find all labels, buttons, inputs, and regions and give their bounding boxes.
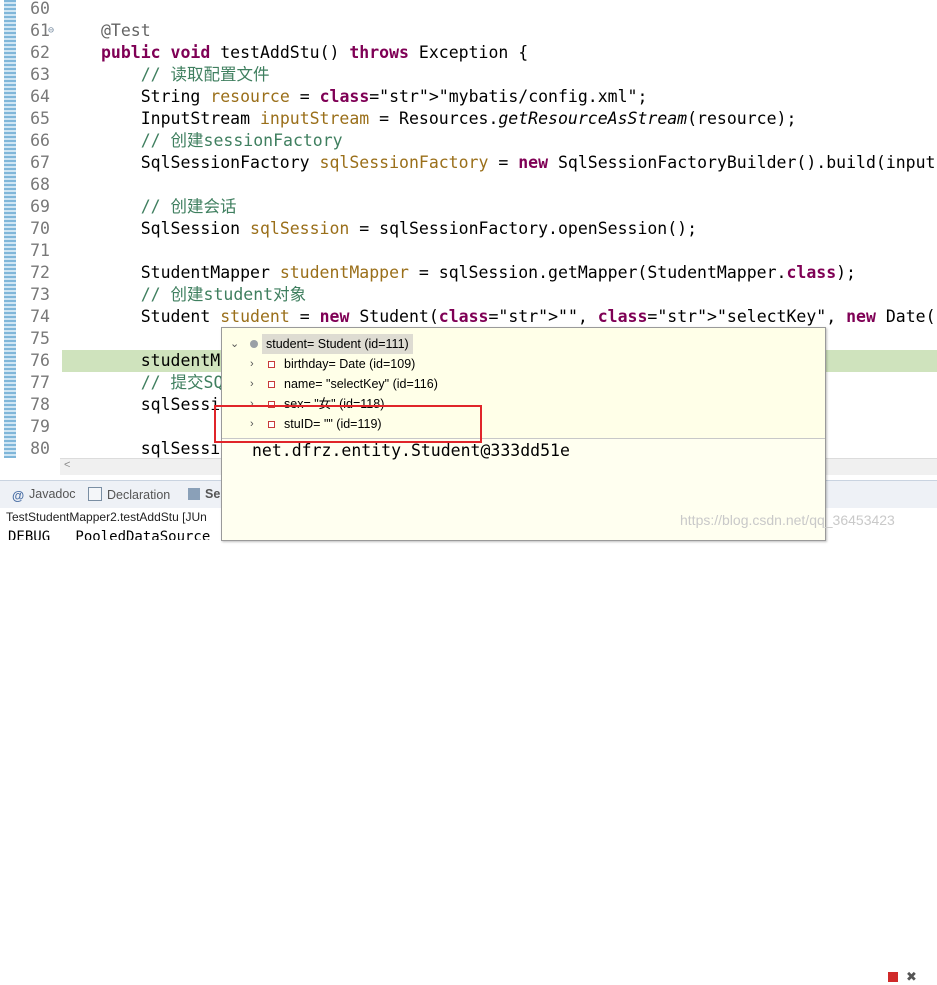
code-text: sqlSessi: [101, 439, 221, 458]
code-line[interactable]: 68: [0, 174, 937, 196]
code-text: SqlSession sqlSession = sqlSessionFactor…: [101, 219, 698, 238]
code-line[interactable]: 62 public void testAddStu() throws Except…: [0, 42, 937, 64]
line-number: 66: [30, 131, 50, 150]
code-line[interactable]: 65 InputStream inputStream = Resources.g…: [0, 108, 937, 130]
line-number: 74: [30, 307, 50, 326]
code-line[interactable]: 66 // 创建sessionFactory: [0, 130, 937, 152]
field-icon: [268, 361, 275, 368]
code-text: // 提交SQ: [101, 373, 224, 392]
line-number: 64: [30, 87, 50, 106]
line-number: 80: [30, 439, 50, 458]
tree-node-name[interactable]: › name= "selectKey" (id=116): [222, 374, 825, 394]
code-text: SqlSessionFactory sqlSessionFactory = ne…: [101, 153, 936, 172]
code-line[interactable]: 69 // 创建会话: [0, 196, 937, 218]
watermark: https://blog.csdn.net/qq_36453423: [680, 512, 895, 528]
line-number: 61: [30, 21, 50, 40]
remove-launch-icon[interactable]: ✖: [906, 969, 917, 984]
code-line[interactable]: 63 // 读取配置文件: [0, 64, 937, 86]
code-line[interactable]: 67 SqlSessionFactory sqlSessionFactory =…: [0, 152, 937, 174]
tab-declaration[interactable]: Declaration: [88, 487, 170, 502]
tab-javadoc[interactable]: @ Javadoc: [12, 487, 76, 503]
code-text: sqlSessi: [101, 395, 221, 414]
code-text: InputStream inputStream = Resources.getR…: [101, 109, 797, 128]
line-number: 67: [30, 153, 50, 172]
object-icon: [250, 340, 258, 348]
line-number: 68: [30, 175, 50, 194]
terminate-icon[interactable]: [888, 972, 898, 982]
field-icon: [268, 381, 275, 388]
code-text: // 创建sessionFactory: [101, 131, 343, 150]
line-number: 70: [30, 219, 50, 238]
code-text: // 创建student对象: [101, 285, 307, 304]
line-number: 76: [30, 351, 50, 370]
line-number: 78: [30, 395, 50, 414]
code-line[interactable]: 73 // 创建student对象: [0, 284, 937, 306]
code-text: Student student = new Student(class="str…: [101, 307, 937, 326]
code-text: @Test: [101, 21, 151, 40]
line-number: 72: [30, 263, 50, 282]
line-number: 60: [30, 0, 50, 18]
code-text: String resource = class="str">"mybatis/c…: [101, 87, 648, 106]
code-line[interactable]: 72 StudentMapper studentMapper = sqlSess…: [0, 262, 937, 284]
line-number: 65: [30, 109, 50, 128]
line-number: 69: [30, 197, 50, 216]
code-text: // 创建会话: [101, 197, 237, 216]
code-text: studentM: [101, 351, 221, 370]
line-number: 73: [30, 285, 50, 304]
at-icon: @: [12, 489, 25, 503]
servers-icon: [188, 488, 200, 500]
code-text: public void testAddStu() throws Exceptio…: [101, 43, 529, 62]
line-number: 71: [30, 241, 50, 260]
line-number: 75: [30, 329, 50, 348]
code-line[interactable]: 71: [0, 240, 937, 262]
code-line[interactable]: 60: [0, 0, 937, 20]
console-actions: ✖: [888, 969, 917, 985]
code-line[interactable]: 70 SqlSession sqlSession = sqlSessionFac…: [0, 218, 937, 240]
code-text: // 读取配置文件: [101, 65, 270, 84]
chevron-right-icon[interactable]: ›: [250, 374, 254, 394]
code-line[interactable]: 61 ⊖ @Test: [0, 20, 937, 42]
scroll-left-icon[interactable]: <: [64, 459, 70, 471]
line-number: 79: [30, 417, 50, 436]
line-number: 77: [30, 373, 50, 392]
chevron-right-icon[interactable]: ›: [250, 354, 254, 374]
code-text: StudentMapper studentMapper = sqlSession…: [101, 263, 856, 282]
fold-icon[interactable]: ⊖: [48, 20, 54, 42]
tree-node-student[interactable]: ⌄ student= Student (id=111): [222, 334, 825, 354]
annotation-highlight-box: [214, 405, 482, 443]
declaration-icon: [88, 487, 102, 501]
code-line[interactable]: 74 Student student = new Student(class="…: [0, 306, 937, 328]
tree-node-birthday[interactable]: › birthday= Date (id=109): [222, 354, 825, 374]
tab-servers[interactable]: Ser: [188, 487, 225, 501]
chevron-down-icon[interactable]: ⌄: [230, 334, 239, 354]
code-line[interactable]: 64 String resource = class="str">"mybati…: [0, 86, 937, 108]
line-number: 62: [30, 43, 50, 62]
line-number: 63: [30, 65, 50, 84]
